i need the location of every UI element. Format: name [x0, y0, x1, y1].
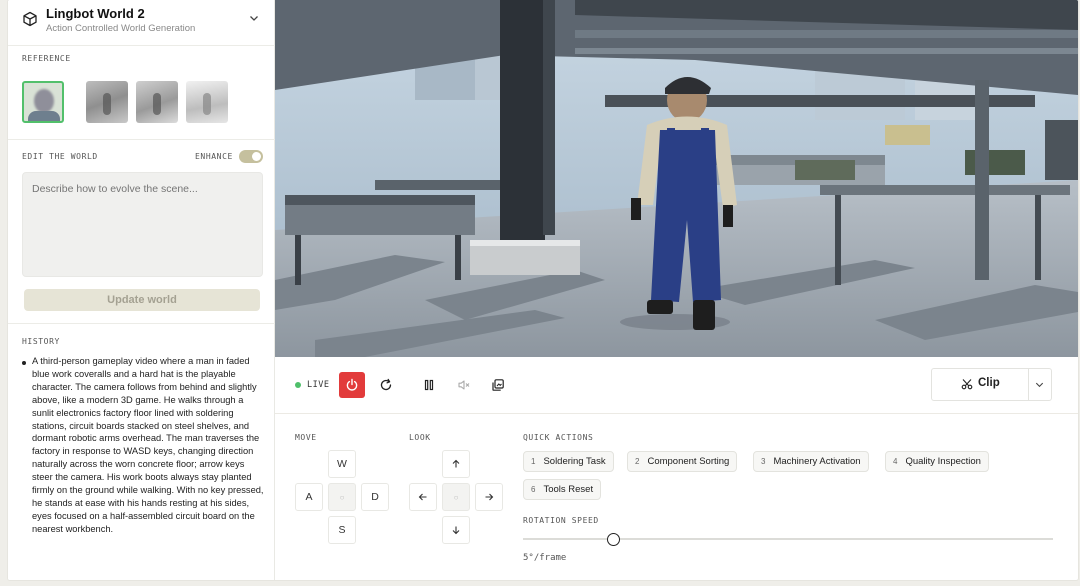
arrow-right-icon	[485, 493, 494, 501]
enhance-label: ENHANCE	[195, 152, 233, 161]
live-label: LIVE	[307, 380, 330, 390]
power-button[interactable]	[339, 372, 365, 398]
pause-button[interactable]	[416, 372, 442, 398]
scene-image	[275, 0, 1078, 357]
app-window: Lingbot World 2 Action Controlled World …	[8, 0, 1078, 580]
history-item: A third-person gameplay video where a ma…	[32, 356, 264, 534]
quick-action-component-sorting[interactable]: 2 Component Sorting	[627, 451, 738, 472]
chevron-down-icon[interactable]	[248, 12, 260, 24]
look-left-button[interactable]	[409, 483, 437, 511]
look-label: LOOK	[409, 433, 431, 442]
chip-number: 2	[635, 457, 640, 466]
look-right-button[interactable]	[475, 483, 503, 511]
main-panel: LIVE Clip	[275, 0, 1078, 580]
move-center: ○	[328, 483, 356, 511]
history-bullet	[22, 361, 26, 365]
snapshot-button[interactable]	[485, 372, 511, 398]
chip-label: Tools Reset	[543, 484, 594, 495]
rotation-speed-slider[interactable]	[523, 538, 1053, 540]
pause-icon	[424, 379, 434, 391]
cube-icon	[23, 11, 37, 27]
edit-world-label: EDIT THE WORLD	[22, 152, 98, 161]
mute-button[interactable]	[451, 372, 477, 398]
key-d[interactable]: D	[361, 483, 389, 511]
rotation-speed-value: 5°/frame	[523, 553, 567, 563]
reference-thumbnail-1[interactable]	[22, 81, 64, 123]
arrow-up-icon	[452, 459, 460, 468]
clip-divider	[1028, 369, 1029, 400]
copy-frame-icon	[492, 379, 504, 391]
live-indicator	[295, 382, 301, 388]
quick-action-tools-reset[interactable]: 6 Tools Reset	[523, 479, 602, 500]
enhance-toggle[interactable]	[239, 150, 263, 163]
key-s[interactable]: S	[328, 516, 356, 544]
power-icon	[346, 378, 358, 391]
world-selector[interactable]: Lingbot World 2 Action Controlled World …	[8, 0, 275, 46]
chip-number: 4	[893, 457, 898, 466]
move-label: MOVE	[295, 433, 317, 442]
refresh-icon	[380, 378, 392, 391]
look-up-button[interactable]	[442, 450, 470, 478]
reference-thumbnail-3[interactable]	[136, 81, 178, 123]
scissors-icon	[961, 379, 973, 390]
history-label: HISTORY	[22, 337, 60, 346]
app-title: Lingbot World 2	[46, 6, 145, 21]
speaker-muted-icon	[458, 380, 470, 390]
chevron-down-icon[interactable]	[1034, 379, 1045, 390]
look-center: ○	[442, 483, 470, 511]
quick-actions-label: QUICK ACTIONS	[523, 433, 594, 442]
key-a[interactable]: A	[295, 483, 323, 511]
update-world-button[interactable]: Update world	[24, 289, 260, 311]
divider	[8, 139, 275, 140]
sidebar: Lingbot World 2 Action Controlled World …	[8, 0, 275, 580]
app-subtitle: Action Controlled World Generation	[46, 23, 196, 34]
look-down-button[interactable]	[442, 516, 470, 544]
chip-label: Quality Inspection	[905, 456, 981, 467]
reference-label: REFERENCE	[22, 54, 71, 63]
reference-thumbnail-4[interactable]	[186, 81, 228, 123]
chip-number: 1	[531, 457, 536, 466]
scene-prompt-input[interactable]	[22, 172, 263, 277]
reference-thumbnail-2[interactable]	[86, 81, 128, 123]
quick-action-machinery-activation[interactable]: 3 Machinery Activation	[753, 451, 869, 472]
world-viewport[interactable]	[275, 0, 1078, 357]
chip-label: Component Sorting	[647, 456, 730, 467]
playback-controls: LIVE Clip	[275, 357, 1078, 414]
chip-number: 3	[761, 457, 766, 466]
arrow-left-icon	[418, 493, 427, 501]
key-w[interactable]: W	[328, 450, 356, 478]
divider	[8, 323, 275, 324]
quick-action-soldering-task[interactable]: 1 Soldering Task	[523, 451, 614, 472]
clip-label: Clip	[978, 377, 1000, 389]
chip-number: 6	[531, 485, 536, 494]
quick-action-quality-inspection[interactable]: 4 Quality Inspection	[885, 451, 989, 472]
restart-button[interactable]	[373, 372, 399, 398]
chip-label: Soldering Task	[543, 456, 606, 467]
rotation-speed-label: ROTATION SPEED	[523, 516, 599, 525]
arrow-down-icon	[452, 526, 460, 535]
rotation-speed-handle[interactable]	[606, 533, 620, 546]
chip-label: Machinery Activation	[773, 456, 861, 467]
